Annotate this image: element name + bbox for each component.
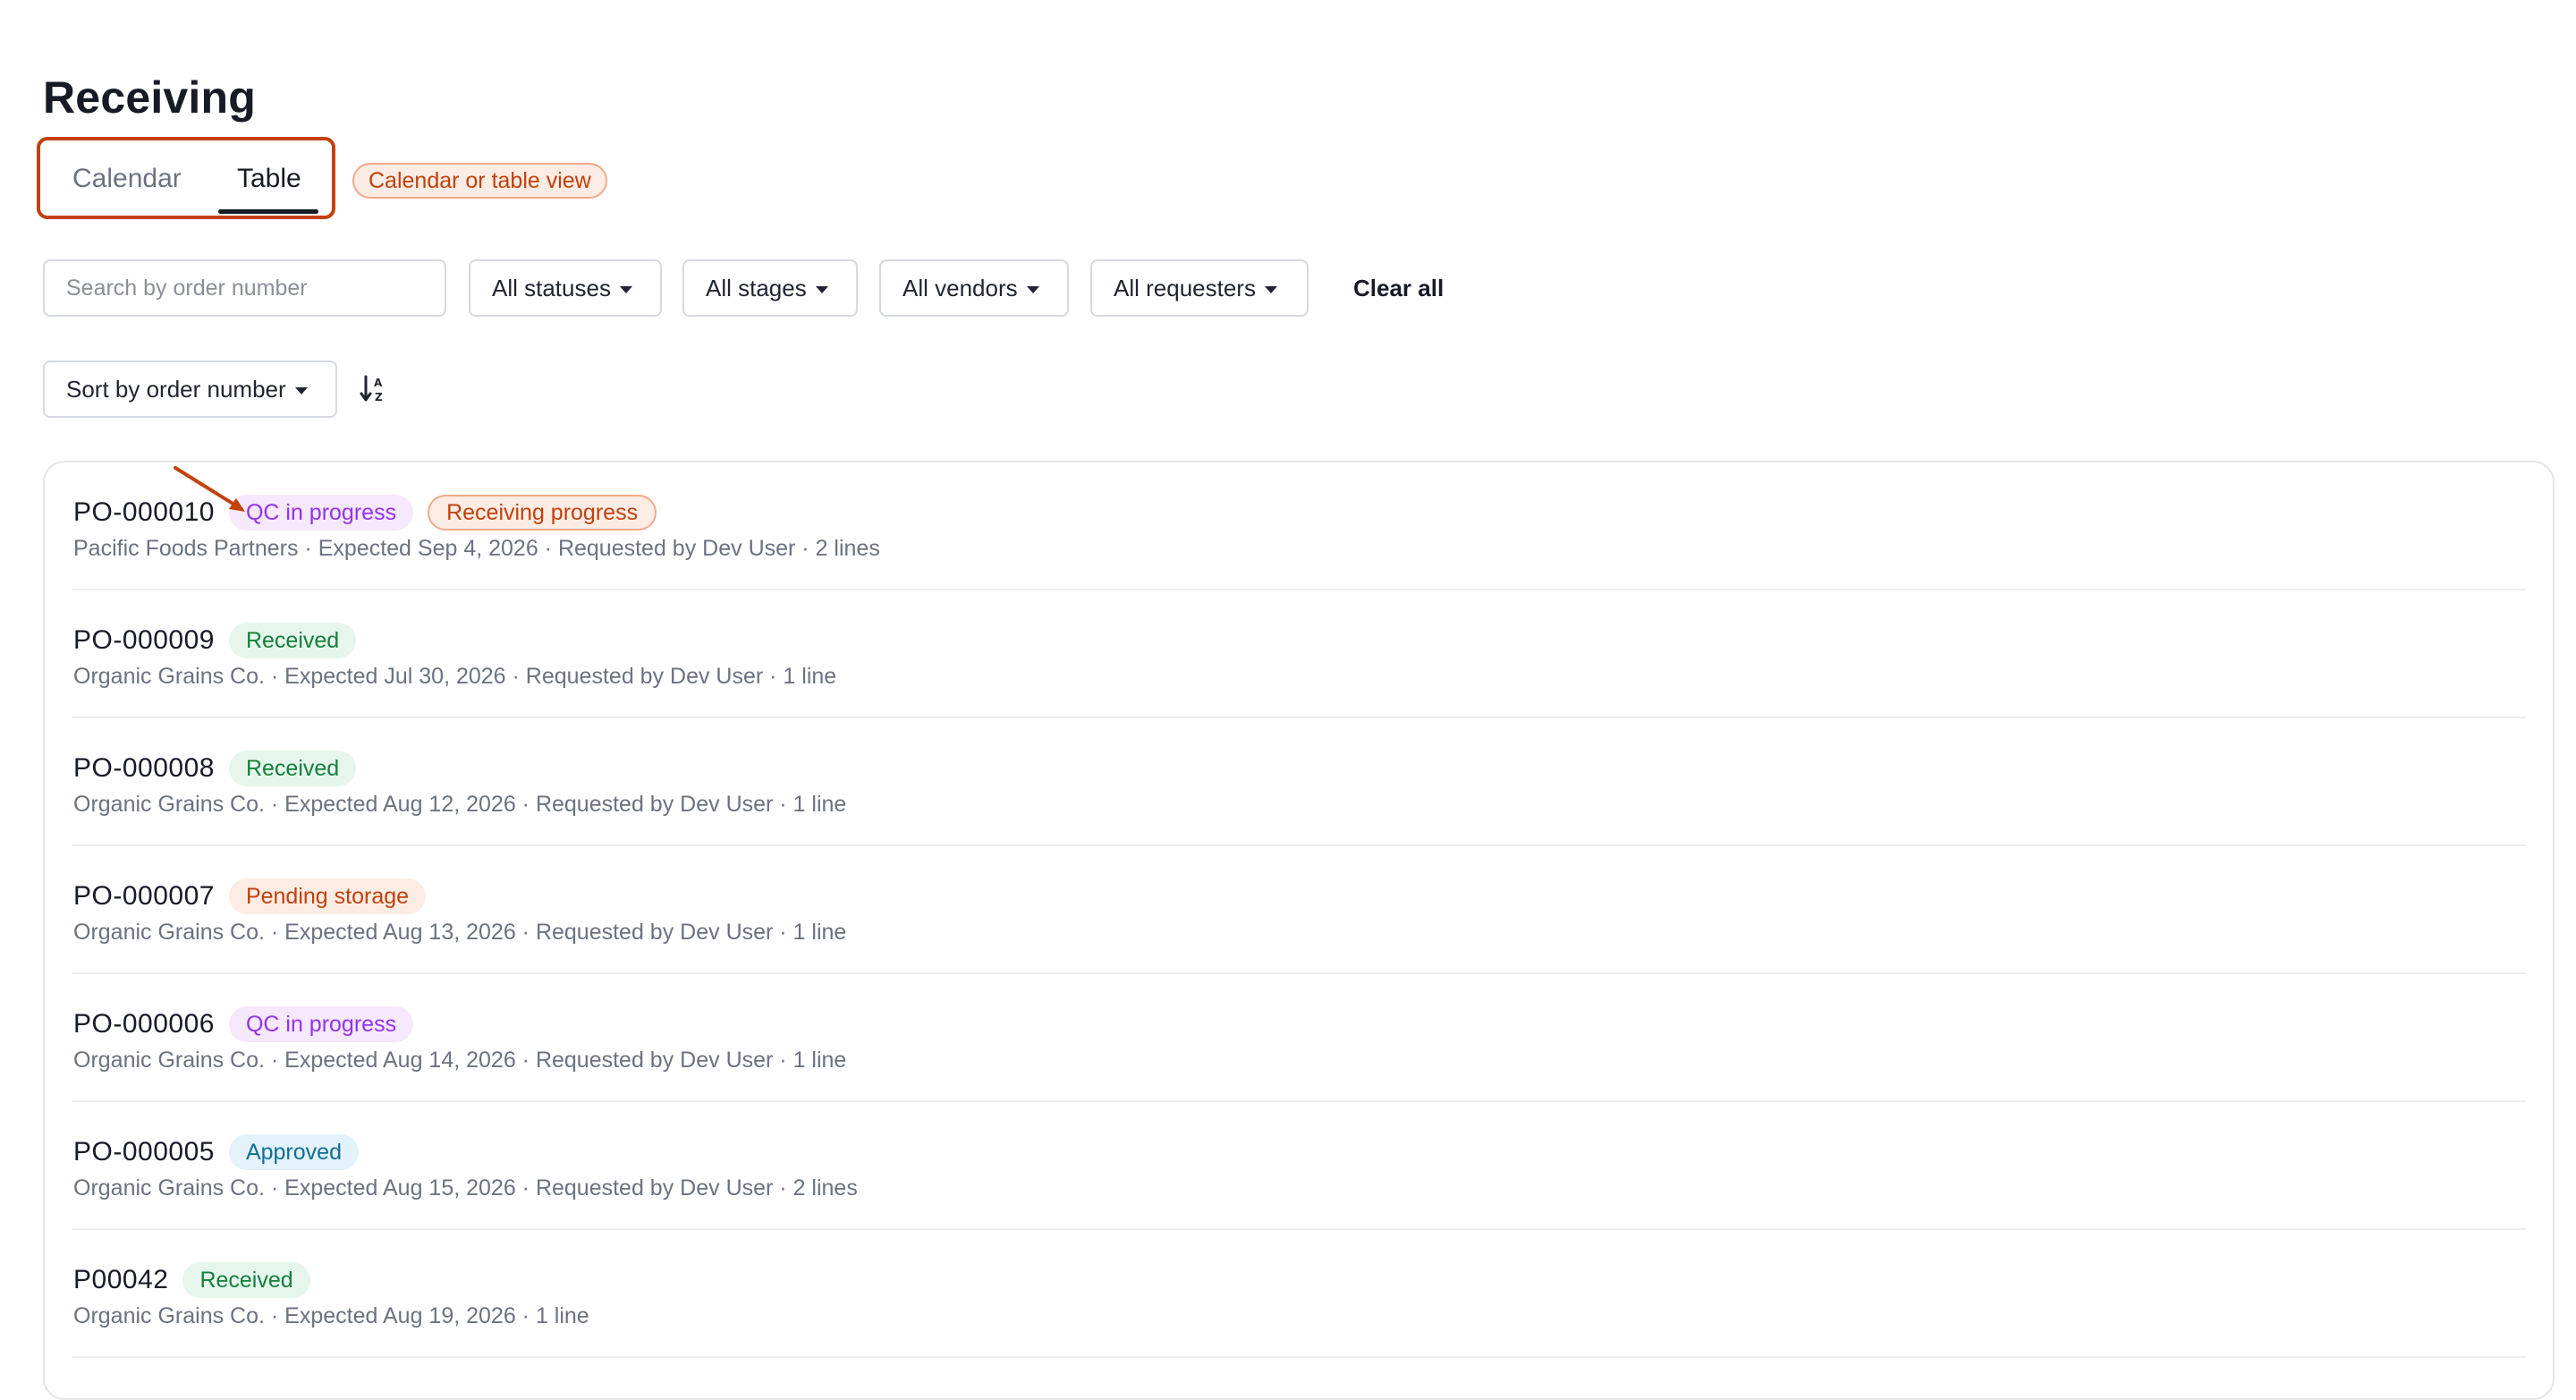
svg-text:Z: Z (375, 391, 383, 403)
order-number[interactable]: PO-000009 (73, 625, 215, 656)
status-badge: QC in progress (228, 1006, 414, 1042)
order-row[interactable]: PO-000006 QC in progress Organic Grains Co… (72, 974, 2526, 1102)
caret-down-icon (1264, 285, 1277, 293)
order-details: Organic Grains Co. · Expected Aug 14, 20… (73, 1048, 847, 1073)
caret-down-icon (294, 386, 308, 395)
order-details: Organic Grains Co. · Expected Jul 30, 20… (73, 664, 837, 689)
order-row-header: PO-000006 QC in progress (73, 1006, 428, 1042)
caret-down-icon (1026, 285, 1039, 293)
order-row[interactable]: PO-000009 Received Organic Grains Co. · Ex… (72, 590, 2526, 718)
order-row-header: PO-000005 Approved (73, 1134, 373, 1170)
status-badge: QC in progress (228, 495, 414, 530)
vendor-filter-dropdown[interactable]: All vendors (879, 259, 1069, 317)
order-details: Organic Grains Co. · Expected Aug 13, 20… (73, 920, 847, 945)
order-row[interactable]: PO-000008 Received Organic Grains Co. · Ex… (72, 718, 2526, 846)
order-details: Organic Grains Co. · Expected Aug 12, 20… (73, 792, 847, 817)
annotation-arrow-icon (174, 466, 245, 512)
status-badge: Receiving progress (428, 495, 657, 530)
receiving-page: Receiving Calendar Table Calendar or tab… (0, 0, 2576, 1400)
status-badge: Received (182, 1262, 310, 1298)
status-badge: Approved (228, 1134, 359, 1170)
order-details: Organic Grains Co. · Expected Aug 15, 20… (73, 1175, 858, 1201)
status-badge: Pending storage (228, 878, 427, 914)
order-row-header: PO-000009 Received (73, 623, 370, 658)
order-number[interactable]: PO-000005 (73, 1137, 215, 1167)
stage-filter-dropdown[interactable]: All stages (682, 259, 858, 317)
status-badge: Received (228, 623, 357, 658)
order-number[interactable]: PO-000008 (73, 753, 215, 784)
order-row[interactable]: PO-000007 Pending storage Organic Grains C… (72, 846, 2526, 974)
sort-dropdown[interactable]: Sort by order number (43, 361, 337, 418)
row-divider (72, 1356, 2526, 1358)
sort-dropdown-label: Sort by order number (66, 375, 286, 403)
search-input[interactable] (43, 259, 446, 317)
tab-table[interactable]: Table (237, 164, 301, 194)
order-row[interactable]: P00042 Received Organic Grains Co. · Expec… (72, 1230, 2526, 1358)
tab-calendar[interactable]: Calendar (72, 164, 182, 194)
order-row-header: PO-000010 QC in progress Receiving progres… (73, 495, 671, 530)
active-tab-indicator (218, 209, 318, 214)
svg-text:A: A (374, 377, 383, 389)
order-number[interactable]: PO-000006 (73, 1009, 215, 1039)
order-number[interactable]: PO-000007 (73, 881, 215, 912)
order-row[interactable]: PO-000005 Approved Organic Grains Co. · Ex… (72, 1102, 2526, 1230)
vendor-filter-label: All vendors (902, 274, 1018, 301)
sort-ascending-alpha-icon[interactable]: A Z (360, 374, 388, 404)
caret-down-icon (815, 285, 828, 293)
status-badge: Received (228, 751, 357, 786)
caret-down-icon (619, 285, 632, 293)
order-row-header: P00042 Received (73, 1262, 325, 1298)
stage-filter-label: All stages (706, 274, 807, 301)
order-row-header: PO-000008 Received (73, 751, 370, 786)
view-hint-badge: Calendar or table view (352, 163, 607, 199)
status-filter-label: All statuses (492, 274, 611, 301)
order-number[interactable]: P00042 (73, 1265, 168, 1295)
page-title: Receiving (43, 72, 257, 123)
clear-all-button[interactable]: Clear all (1353, 275, 1444, 302)
status-filter-dropdown[interactable]: All statuses (469, 259, 662, 317)
requester-filter-label: All requesters (1114, 274, 1256, 301)
order-details: Pacific Foods Partners · Expected Sep 4,… (73, 536, 880, 561)
order-row-header: PO-000007 Pending storage (73, 878, 440, 914)
order-row[interactable]: PO-000010 QC in progress Receiving progres… (72, 462, 2526, 590)
requester-filter-dropdown[interactable]: All requesters (1090, 259, 1309, 317)
order-details: Organic Grains Co. · Expected Aug 19, 20… (73, 1303, 589, 1328)
